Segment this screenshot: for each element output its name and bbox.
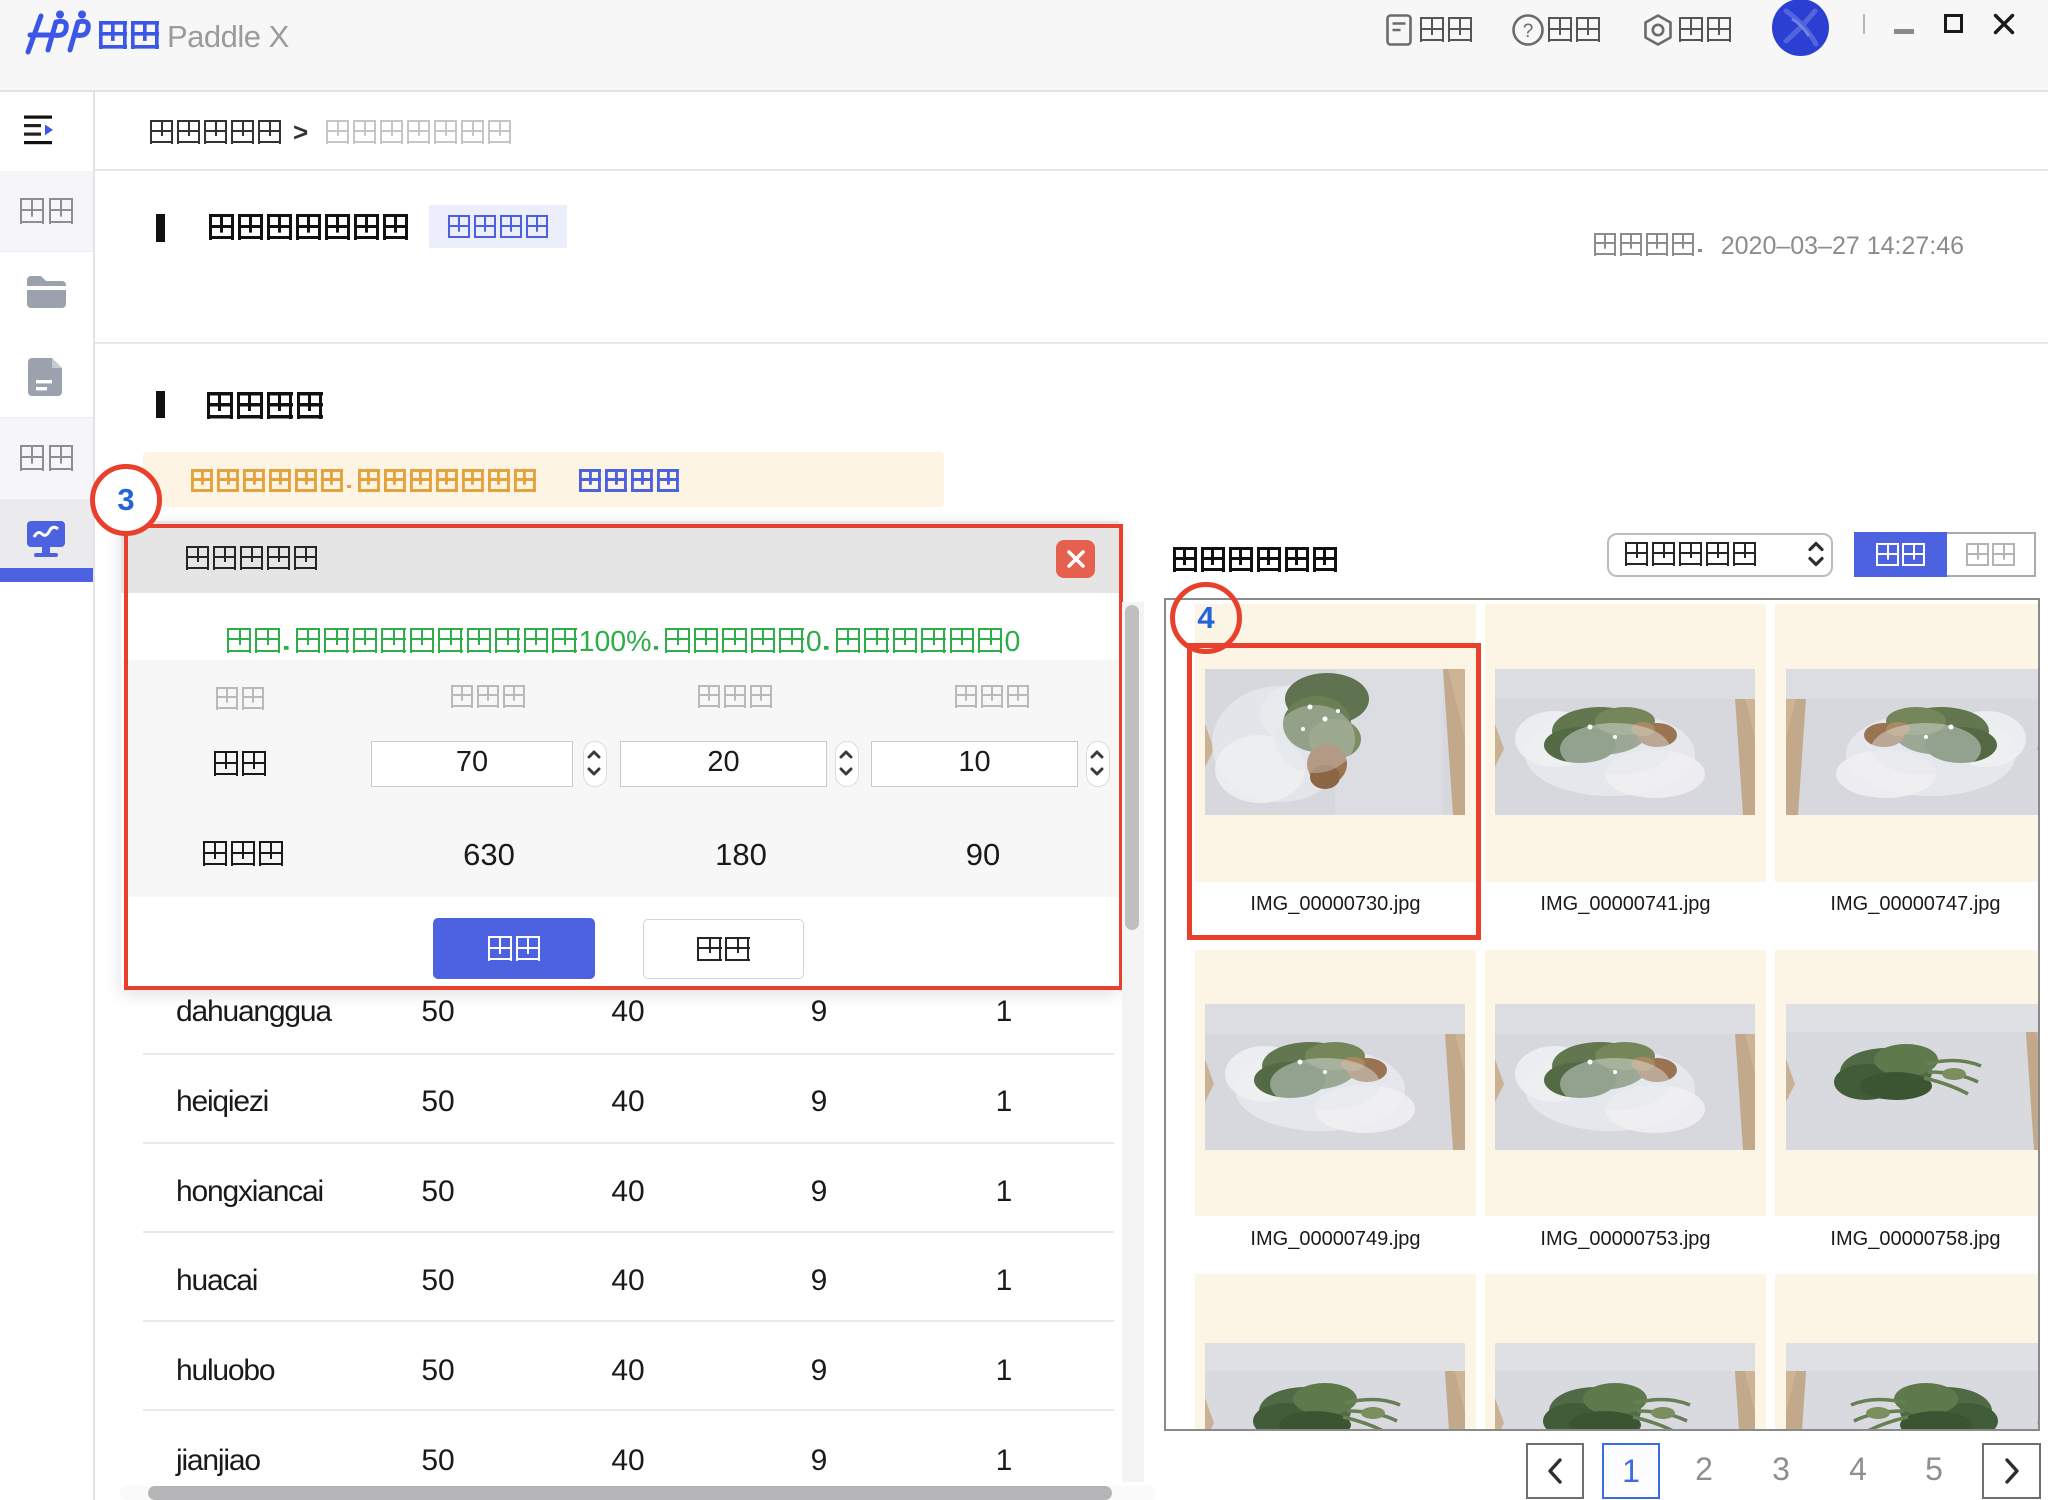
svg-text:?: ? bbox=[1523, 21, 1534, 42]
